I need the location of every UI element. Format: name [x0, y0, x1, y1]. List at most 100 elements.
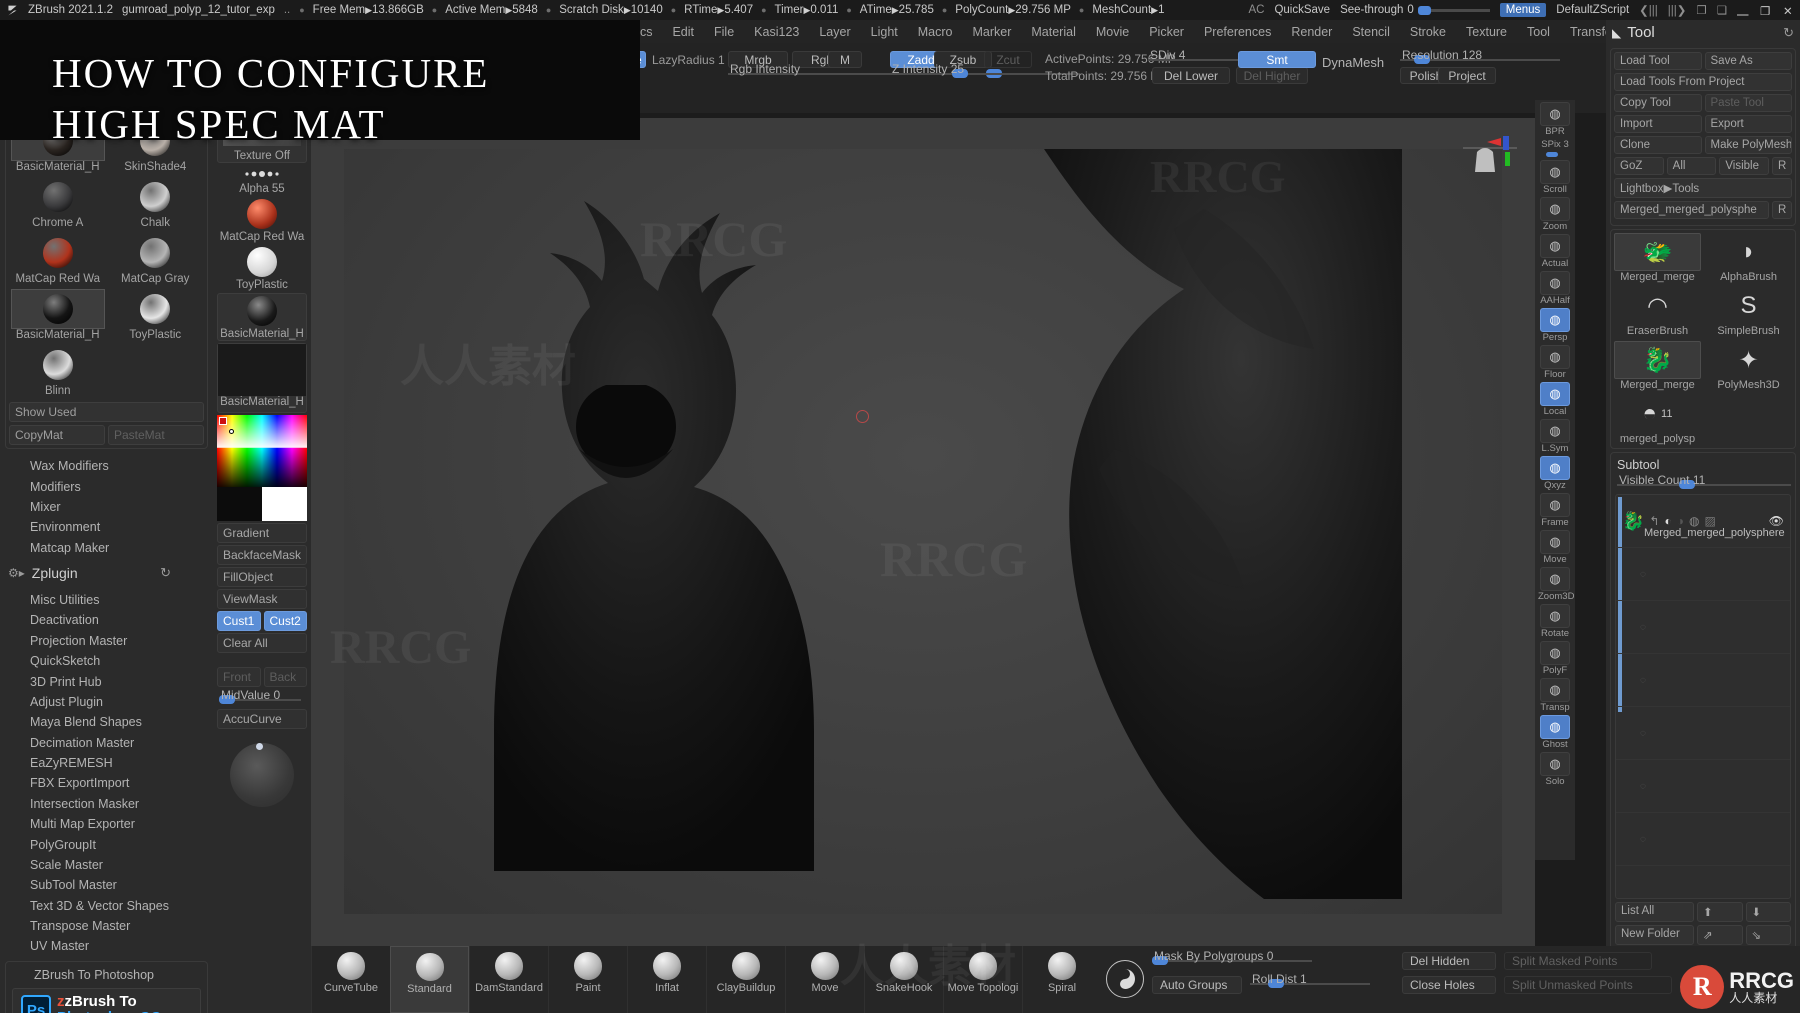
subtool-row[interactable]: ◌ — [1616, 654, 1790, 707]
clear-all-button[interactable]: Clear All — [217, 633, 307, 653]
tool-thumbnail-grid[interactable]: 🐲Merged_merge◗AlphaBrush◠EraserBrushSSim… — [1612, 231, 1794, 447]
midvalue-slider[interactable]: MidValue 0 — [219, 691, 301, 705]
tool-button-save-as[interactable]: Save As — [1705, 52, 1793, 70]
alpha-item[interactable]: Alpha 55 — [217, 165, 307, 195]
menu-item-stroke[interactable]: Stroke — [1401, 23, 1455, 41]
subtool-mrgb-icon[interactable]: ◑ — [1677, 514, 1684, 528]
front-button[interactable]: Front — [217, 667, 261, 687]
subtool-row[interactable]: ◌ — [1616, 707, 1790, 760]
menu-item-preferences[interactable]: Preferences — [1195, 23, 1280, 41]
cust1-button[interactable]: Cust1 — [217, 611, 261, 631]
mask-by-polygroups-slider[interactable]: Mask By Polygroups 0 — [1152, 952, 1312, 964]
menu-item-file[interactable]: File — [705, 23, 743, 41]
del-lower-button[interactable]: Del Lower — [1152, 67, 1230, 84]
zplugin-item-subtool-master[interactable]: SubTool Master — [0, 875, 213, 895]
tool-button-r[interactable]: R — [1772, 201, 1792, 219]
material-section-modifiers[interactable]: Modifiers — [0, 476, 213, 496]
visible-count-slider[interactable]: Visible Count 11 — [1617, 476, 1791, 490]
rail-item-solo[interactable]: ◍Solo — [1538, 752, 1572, 787]
material-swatch[interactable]: MatCap Red Wa — [9, 231, 107, 287]
zplugin-item-projection-master[interactable]: Projection Master — [0, 631, 213, 651]
toyplastic-item[interactable]: ToyPlastic — [217, 245, 307, 291]
tool-button-import[interactable]: Import — [1614, 115, 1702, 133]
smt-toggle[interactable]: Smt — [1238, 51, 1316, 68]
secondary-color-swatch[interactable] — [217, 487, 262, 521]
menu-item-marker[interactable]: Marker — [963, 23, 1020, 41]
auto-groups-button[interactable]: Auto Groups — [1152, 976, 1242, 994]
subtool-row[interactable]: ◌ — [1616, 813, 1790, 866]
tool-button-export[interactable]: Export — [1705, 115, 1793, 133]
tool-button-clone[interactable]: Clone — [1614, 136, 1702, 154]
menu-item-render[interactable]: Render — [1282, 23, 1341, 41]
zplugin-item-multi-map-exporter[interactable]: Multi Map Exporter — [0, 814, 213, 834]
zplugin-item-scale-master[interactable]: Scale Master — [0, 855, 213, 875]
rail-item-move[interactable]: ◍Move — [1538, 530, 1572, 565]
menu-item-stencil[interactable]: Stencil — [1343, 23, 1399, 41]
rail-item-spix-3[interactable]: SPix 3 — [1538, 139, 1572, 158]
move-down-button[interactable]: ⬇ — [1746, 902, 1792, 922]
rail-item-actual[interactable]: ◍Actual — [1538, 234, 1572, 269]
folder-in-button[interactable]: ⇗ — [1697, 925, 1743, 945]
brush-inflat[interactable]: Inflat — [627, 946, 706, 1013]
tool-button-copy-tool[interactable]: Copy Tool — [1614, 94, 1702, 112]
menu-item-edit[interactable]: Edit — [663, 23, 703, 41]
tool-button-load-tool[interactable]: Load Tool — [1614, 52, 1702, 70]
zplugin-item-text-3d-vector-shapes[interactable]: Text 3D & Vector Shapes — [0, 896, 213, 916]
primary-color-swatch[interactable] — [262, 487, 307, 521]
menu-item-picker[interactable]: Picker — [1140, 23, 1193, 41]
tool-thumb[interactable]: 🐲Merged_merge — [1612, 231, 1703, 285]
zplugin-refresh-icon[interactable]: ↻ — [160, 565, 171, 581]
rail-item-qxyz[interactable]: ◍Qxyz — [1538, 456, 1572, 491]
zbrush-to-photoshop-banner[interactable]: Ps zzBrush To Photoshop CC — [12, 988, 201, 1013]
tool-panel-refresh-icon[interactable]: ↻ — [1783, 25, 1794, 41]
zplugin-item-3d-print-hub[interactable]: 3D Print Hub — [0, 671, 213, 691]
tool-button-make-polymesh3d[interactable]: Make PolyMesh3D — [1705, 136, 1793, 154]
menu-item-macro[interactable]: Macro — [909, 23, 962, 41]
rail-item-zoom[interactable]: ◍Zoom — [1538, 197, 1572, 232]
tool-thumb[interactable]: 🐉Merged_merge — [1612, 339, 1703, 393]
subtool-paint-icon[interactable]: ◐ — [1664, 514, 1671, 528]
tool-thumb[interactable]: ◗AlphaBrush — [1703, 231, 1794, 285]
folder-out-button[interactable]: ⇘ — [1746, 925, 1792, 945]
brush-paint[interactable]: Paint — [548, 946, 627, 1013]
copymat-button[interactable]: CopyMat — [9, 425, 105, 445]
rail-item-floor[interactable]: ◍Floor — [1538, 345, 1572, 380]
rail-item-frame[interactable]: ◍Frame — [1538, 493, 1572, 528]
zplugin-item-decimation-master[interactable]: Decimation Master — [0, 733, 213, 753]
zplugin-items-list[interactable]: Misc UtilitiesDeactivationProjection Mas… — [0, 586, 213, 957]
subtool-poly-icon[interactable]: ▨ — [1704, 514, 1715, 528]
zplugin-item-quicksketch[interactable]: QuickSketch — [0, 651, 213, 671]
tool-thumb[interactable]: ◓11merged_polysp — [1612, 393, 1703, 447]
maximize-icon[interactable]: ❐ — [1760, 4, 1773, 17]
zplugin-item-transpose-master[interactable]: Transpose Master — [0, 916, 213, 936]
color-picker[interactable] — [217, 415, 307, 521]
window-restore-icon[interactable]: ❐ — [1696, 3, 1706, 17]
tool-buttons-group[interactable]: Load ToolSave AsLoad Tools From ProjectC… — [1610, 48, 1796, 226]
rail-item-l-sym[interactable]: ◍L.Sym — [1538, 419, 1572, 454]
zbrush-to-photoshop-item[interactable]: ZBrush To Photoshop — [9, 965, 204, 985]
rail-item-rotate[interactable]: ◍Rotate — [1538, 604, 1572, 639]
tool-button-r[interactable]: R — [1772, 157, 1792, 175]
subtool-list[interactable]: 🐉↰◐◑◍▨👁Merged_merged_polysphere◌◌◌◌◌◌ — [1615, 494, 1791, 899]
menu-item-tool[interactable]: Tool — [1518, 23, 1559, 41]
menu-item-layer[interactable]: Layer — [810, 23, 859, 41]
tool-thumb[interactable]: ◠EraserBrush — [1612, 285, 1703, 339]
brush-snakehook[interactable]: SnakeHook — [864, 946, 943, 1013]
del-hidden-button[interactable]: Del Hidden — [1402, 952, 1496, 970]
dynamesh-button[interactable]: DynaMesh — [1322, 55, 1384, 70]
zscript-label[interactable]: DefaultZScript — [1556, 4, 1629, 16]
tray-right-icon[interactable]: |||❯ — [1668, 3, 1687, 17]
document-canvas[interactable] — [311, 118, 1535, 946]
viewmask-button[interactable]: ViewMask — [217, 589, 307, 609]
right-tool-rail[interactable]: ◍BPRSPix 3◍Scroll◍Zoom◍Actual◍AAHalf◍Per… — [1535, 100, 1575, 860]
zplugin-item-uv-master[interactable]: UV Master — [0, 936, 213, 956]
material-swatch-grid[interactable]: BasicMaterial_HSkinShade4Chrome AChalkMa… — [9, 119, 204, 399]
tray-left-icon[interactable]: ❮||| — [1639, 3, 1658, 17]
tool-button-goz[interactable]: GoZ — [1614, 157, 1664, 175]
rail-item-aahalf[interactable]: ◍AAHalf — [1538, 271, 1572, 306]
show-used-button[interactable]: Show Used — [9, 402, 204, 422]
spix-slider[interactable] — [1542, 151, 1568, 158]
roll-dist-slider[interactable]: Roll Dist 1 — [1250, 975, 1370, 987]
pastemat-button[interactable]: PasteMat — [108, 425, 204, 445]
resolution-slider[interactable]: Resolution 128 — [1400, 51, 1560, 63]
